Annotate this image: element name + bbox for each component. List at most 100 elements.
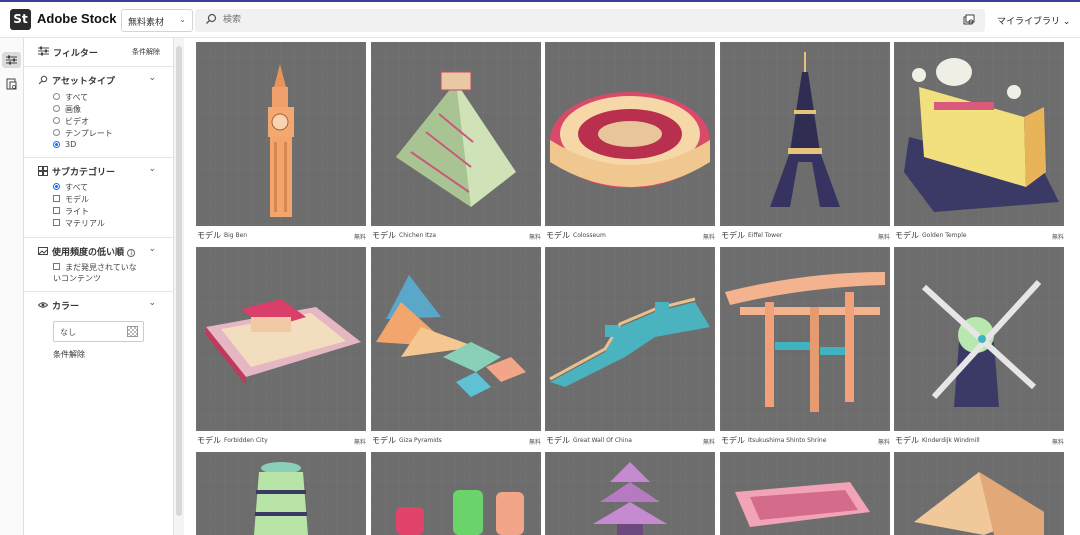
my-library-label: マイライブラリ <box>997 17 1061 27</box>
thumbnail-house[interactable] <box>894 452 1064 535</box>
free-badge: 無料 <box>702 234 715 241</box>
asset-type-section: アセットタイプ ⌄ すべて 画像 ビデオ テンプレート 3D <box>24 67 174 158</box>
search-small-icon <box>38 75 48 85</box>
chevron-down-icon: ⌄ <box>1062 17 1071 27</box>
thumbnail-chichen-itza[interactable] <box>371 42 541 226</box>
radio-button[interactable] <box>53 105 60 112</box>
left-rail <box>0 38 24 535</box>
thumbnail-eiffel-tower[interactable] <box>720 42 890 226</box>
image-icon <box>38 247 48 255</box>
thumbnail-colosseum[interactable] <box>545 42 715 226</box>
clear-color-button[interactable]: 条件解除 <box>53 349 85 360</box>
kind-label: モデル <box>546 436 570 445</box>
kind-label: モデル <box>721 436 745 445</box>
thumbnail-ruins[interactable] <box>720 452 890 535</box>
radio-button-selected[interactable] <box>53 141 60 148</box>
free-badge: 無料 <box>528 234 541 241</box>
color-value: なし <box>60 328 76 337</box>
radio-button-selected[interactable] <box>53 183 60 190</box>
visual-search-icon[interactable] <box>963 14 975 26</box>
scrollbar-thumb[interactable] <box>176 46 182 516</box>
chevron-down-icon[interactable]: ⌄ <box>148 298 156 308</box>
kind-label: モデル <box>895 231 919 240</box>
chevron-down-icon[interactable]: ⌄ <box>148 244 156 254</box>
filter-panel: フィルター 条件解除 アセットタイプ ⌄ すべて 画像 ビデオ テンプレート 3… <box>24 38 174 535</box>
grid-icon <box>38 166 48 176</box>
library-icon <box>6 78 17 90</box>
filter-panel-toggle[interactable] <box>2 52 21 68</box>
kind-label: モデル <box>721 231 745 240</box>
free-badge: 無料 <box>1051 234 1064 241</box>
thumbnail-forbidden-city[interactable] <box>196 247 366 431</box>
chevron-down-icon[interactable]: ⌄ <box>148 73 156 83</box>
subcategory-section: サブカテゴリー ⌄ すべて モデル ライト マテリアル <box>24 158 174 238</box>
app-title[interactable]: Adobe Stock <box>37 11 116 26</box>
info-icon[interactable]: i <box>127 249 136 257</box>
kind-label: モデル <box>895 436 919 445</box>
eye-icon <box>38 302 48 308</box>
free-badge: 無料 <box>528 439 541 446</box>
radio-button[interactable] <box>53 129 60 136</box>
checkbox[interactable] <box>53 207 60 214</box>
kind-label: モデル <box>197 436 221 445</box>
thumbnail-golden-temple[interactable] <box>894 42 1064 226</box>
asset-title[interactable]: Great Wall Of China <box>573 437 632 444</box>
free-badge: 無料 <box>353 439 366 446</box>
filter-title: フィルター <box>53 49 98 59</box>
checkbox[interactable] <box>53 263 60 270</box>
filter-header: フィルター 条件解除 <box>24 38 174 67</box>
asset-title[interactable]: Kinderdijk Windmill <box>922 437 980 444</box>
thumbnail-leaning-tower[interactable] <box>196 452 366 535</box>
checkbox[interactable] <box>53 195 60 202</box>
color-picker-field[interactable]: なし <box>53 321 144 342</box>
my-library-menu[interactable]: マイライブラリ ⌄ <box>997 14 1070 27</box>
kind-label: モデル <box>546 231 570 240</box>
free-badge: 無料 <box>353 234 366 241</box>
thumbnail-moai[interactable] <box>371 452 541 535</box>
adobe-stock-logo-icon[interactable]: St <box>10 9 31 30</box>
asset-title[interactable]: Eiffel Tower <box>748 232 782 239</box>
chevron-down-icon: ⌄ <box>179 15 186 24</box>
asset-title[interactable]: Chichen Itza <box>399 232 436 239</box>
free-badge: 無料 <box>877 439 890 446</box>
transparent-swatch-icon[interactable] <box>127 326 138 337</box>
asset-title[interactable]: Colosseum <box>573 232 606 239</box>
radio-button[interactable] <box>53 117 60 124</box>
asset-title[interactable]: Golden Temple <box>922 232 967 239</box>
search-bar[interactable] <box>195 9 985 32</box>
top-bar: St Adobe Stock 無料素材 ⌄ マイライブラリ ⌄ <box>0 0 1080 38</box>
free-badge: 無料 <box>1051 439 1064 446</box>
asset-title[interactable]: Itsukushima Shinto Shrine <box>748 437 826 444</box>
panel-scrollbar[interactable] <box>174 38 184 535</box>
asset-type-title[interactable]: アセットタイプ <box>52 74 115 87</box>
collections-toggle[interactable] <box>2 76 21 92</box>
subcategory-title[interactable]: サブカテゴリー <box>52 165 115 178</box>
usage-title[interactable]: 使用頻度の低い順 i <box>52 245 136 258</box>
asset-title[interactable]: Forbidden City <box>224 437 268 444</box>
thumbnail-big-ben[interactable] <box>196 42 366 226</box>
kind-label: モデル <box>197 231 221 240</box>
asset-select-value: 無料素材 <box>128 18 165 28</box>
radio-button[interactable] <box>53 93 60 100</box>
kind-label: モデル <box>372 436 396 445</box>
checkbox[interactable] <box>53 219 60 226</box>
sliders-icon <box>6 55 17 65</box>
thumbnail-great-wall-of-china[interactable] <box>545 247 715 431</box>
usage-section: 使用頻度の低い順 i ⌄ まだ発見されていな いコンテンツ <box>24 238 174 292</box>
kind-label: モデル <box>372 231 396 240</box>
search-input[interactable] <box>223 12 923 28</box>
thumbnail-kinderdijk-windmill[interactable] <box>894 247 1064 431</box>
free-badge: 無料 <box>702 439 715 446</box>
chevron-down-icon[interactable]: ⌄ <box>148 164 156 174</box>
asset-title[interactable]: Giza Pyramids <box>399 437 442 444</box>
thumbnail-giza-pyramids[interactable] <box>371 247 541 431</box>
color-title[interactable]: カラー <box>52 299 79 312</box>
filter-icon <box>38 46 49 56</box>
clear-filters-button[interactable]: 条件解除 <box>132 47 160 57</box>
asset-type-select[interactable]: 無料素材 ⌄ <box>121 9 193 32</box>
thumbnail-pagoda[interactable] <box>545 452 715 535</box>
asset-title[interactable]: Big Ben <box>224 232 247 239</box>
results-grid: モデル Big Ben 無料 モデル Chichen Itza 無料 モデル C… <box>196 42 1080 535</box>
free-badge: 無料 <box>877 234 890 241</box>
thumbnail-itsukushima-shinto-shrine[interactable] <box>720 247 890 431</box>
